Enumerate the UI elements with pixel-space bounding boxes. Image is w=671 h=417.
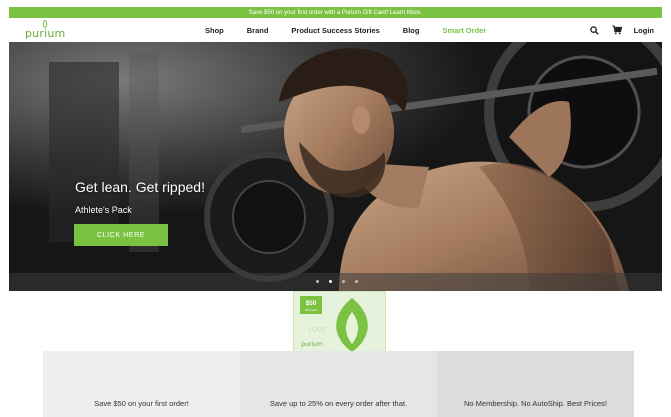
search-icon[interactable]: [590, 25, 600, 35]
login-link[interactable]: Login: [634, 26, 654, 35]
nav-success-stories[interactable]: Product Success Stories: [291, 26, 379, 35]
logo-text: purium: [25, 27, 66, 40]
benefits-row: Save $50 on your first order! Save up to…: [43, 351, 634, 417]
promo-text[interactable]: Save $50 on your first order with a Puri…: [249, 10, 422, 16]
hero-banner[interactable]: Get lean. Get ripped! Athlete's Pack CLI…: [9, 42, 662, 291]
nav-brand[interactable]: Brand: [247, 26, 269, 35]
benefit-text: No Membership. No AutoShip. Best Prices!: [464, 399, 607, 408]
nav-shop[interactable]: Shop: [205, 26, 224, 35]
carousel-dots: [316, 280, 368, 283]
promo-bar[interactable]: Save $50 on your first order with a Puri…: [9, 7, 662, 18]
nav-smart-order[interactable]: Smart Order: [442, 26, 486, 35]
benefit-every-order: Save up to 25% on every order after that…: [240, 351, 437, 417]
benefit-text: Save $50 on your first order!: [94, 399, 189, 408]
gift-card-art: LOVE $50 Gift Card purium: [294, 292, 385, 352]
nav-links: Shop Brand Product Success Stories Blog …: [205, 18, 509, 42]
gift-card-image[interactable]: LOVE $50 Gift Card purium: [293, 291, 386, 353]
hero-image: [9, 42, 662, 291]
benefit-first-order: Save $50 on your first order!: [43, 351, 240, 417]
hero-subtitle: Athlete's Pack: [75, 205, 132, 215]
navbar: purium Shop Brand Product Success Storie…: [9, 18, 662, 42]
gift-card-amount: $50: [306, 300, 317, 307]
gift-card-caption: Gift Card: [305, 308, 317, 312]
nav-right: Login: [590, 18, 654, 42]
nav-blog[interactable]: Blog: [403, 26, 420, 35]
carousel-dot[interactable]: [342, 280, 345, 283]
carousel-dot[interactable]: [355, 280, 358, 283]
logo[interactable]: purium: [25, 20, 65, 40]
benefit-text: Save up to 25% on every order after that…: [269, 399, 408, 408]
carousel-dot[interactable]: [316, 280, 319, 283]
benefit-no-membership: No Membership. No AutoShip. Best Prices!: [437, 351, 634, 417]
hero-cta-button[interactable]: CLICK HERE: [74, 224, 168, 246]
page: Save $50 on your first order with a Puri…: [0, 0, 671, 417]
cart-icon[interactable]: [612, 25, 622, 35]
gift-card-word: LOVE: [308, 326, 326, 334]
gift-card-brand: purium: [301, 341, 323, 348]
carousel-dot[interactable]: [329, 280, 332, 283]
hero-title: Get lean. Get ripped!: [75, 179, 205, 195]
